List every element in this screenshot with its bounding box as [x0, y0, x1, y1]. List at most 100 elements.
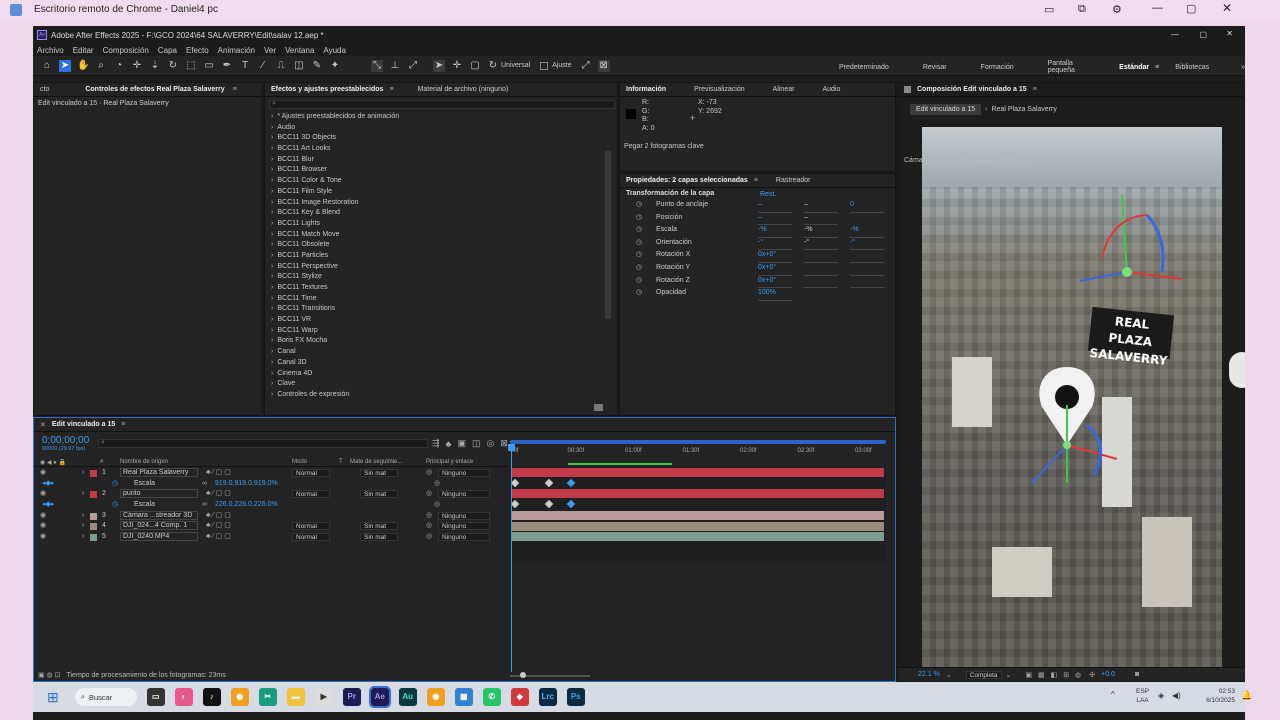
parent-pickwhip-icon[interactable]: ◎ — [426, 521, 432, 532]
workspace-more-icon[interactable]: » — [1241, 64, 1245, 71]
shy-icon[interactable]: ▣ — [457, 438, 466, 449]
eye-icon[interactable]: ◉ — [40, 532, 46, 543]
keyframe-nav-icon[interactable]: ◂◆▸ — [42, 500, 54, 511]
zoom-slider[interactable] — [510, 672, 590, 678]
windows-start-icon[interactable]: ⊞ — [47, 689, 59, 706]
property-value-2[interactable] — [804, 261, 838, 263]
property-value-2[interactable]: – — [804, 199, 838, 213]
ae-close-button[interactable]: ✕ — [1226, 29, 1233, 38]
property-sub-row[interactable]: ◂◆▸ ◷ Escala ∞ 226.0,226.0,226.0% ◎ — [34, 500, 508, 511]
keyframe[interactable] — [544, 478, 554, 487]
pan-behind-tool-icon[interactable]: ⬚ — [185, 60, 197, 72]
footage-tab[interactable]: Material de archivo (ninguno) — [412, 86, 515, 93]
property-value-3[interactable] — [850, 249, 884, 251]
effects-category-item[interactable]: BCC11 Film Style — [267, 187, 617, 198]
maximize-button[interactable]: ▢ — [1186, 2, 1196, 15]
stopwatch-icon[interactable]: ◷ — [636, 224, 642, 237]
keyframe[interactable] — [510, 499, 520, 509]
layer-switches-icon[interactable]: ♣ ⁄ ▢ ▢ — [206, 532, 231, 543]
snap-grid-icon[interactable]: ⊠ — [597, 59, 610, 72]
layer-name[interactable]: DJI_0240.MP4 — [120, 532, 198, 542]
effects-category-item[interactable]: BCC11 3D Objects — [267, 133, 617, 144]
properties-menu-icon[interactable]: ≡ — [754, 177, 758, 184]
effects-category-item[interactable]: BCC11 Lights — [267, 219, 617, 230]
gizmo-scale-icon[interactable]: ▢ — [469, 60, 481, 72]
ae-maximize-button[interactable]: ▢ — [1199, 30, 1207, 39]
keyframe[interactable] — [510, 478, 520, 487]
blend-mode-dropdown[interactable]: Normal — [292, 469, 330, 477]
view-axis-icon[interactable]: ⤢ — [407, 60, 419, 72]
link-icon[interactable]: ∞ — [202, 500, 207, 511]
expand-arrow-icon[interactable]: › — [82, 468, 84, 479]
effects-category-item[interactable]: Boris FX Mocha — [267, 336, 617, 347]
breadcrumb-comp[interactable]: Edit vinculado a 15 — [910, 103, 982, 115]
menu-editar[interactable]: Editar — [73, 46, 94, 55]
project-tab-cut[interactable]: cto — [34, 86, 55, 93]
effects-category-item[interactable]: Clave — [267, 379, 617, 390]
effects-category-item[interactable]: BCC11 Textures — [267, 283, 617, 294]
stopwatch-icon[interactable]: ◷ — [636, 249, 642, 262]
ae-minimize-button[interactable]: — — [1171, 30, 1179, 39]
composition-tab[interactable]: Composición Edit vinculado a 15 — [911, 86, 1033, 93]
lightroom-icon[interactable]: Lrc — [538, 688, 557, 706]
stopwatch-icon[interactable]: ◷ — [636, 237, 642, 250]
sub-property-value[interactable]: 226.0,226.0,226.0% — [215, 500, 278, 511]
effects-category-item[interactable]: * Ajustes preestablecidos de animación — [267, 112, 617, 123]
render-icon[interactable]: ▣ ◍ ⊡ — [38, 671, 60, 679]
stopwatch-icon[interactable]: ◷ — [636, 212, 642, 225]
workspace-predeterminado[interactable]: Predeterminado — [839, 64, 889, 71]
panel-menu-icon[interactable]: ≡ — [233, 86, 237, 93]
world-axis-icon[interactable]: ⊥ — [389, 60, 401, 72]
universal-label[interactable]: Universal — [501, 62, 530, 69]
keyframe[interactable] — [544, 499, 554, 509]
graph-editor-icon[interactable]: ⊠ — [500, 438, 508, 449]
property-value-3[interactable] — [850, 287, 884, 289]
expand-arrow-icon[interactable]: › — [82, 511, 84, 522]
text-tool-icon[interactable]: T — [239, 60, 251, 72]
layer-row[interactable]: ◉ › 1 Real Plaza Salaverry ♣ ⁄ ▢ ▢ Normal Sin … — [34, 468, 508, 479]
label-color-swatch[interactable] — [90, 523, 97, 531]
zoom-level[interactable]: 22.1 % — [918, 671, 940, 678]
workspace-menu-icon[interactable]: ≡ — [1155, 64, 1159, 71]
effects-category-item[interactable]: BCC11 Art Looks — [267, 144, 617, 155]
task-view-icon[interactable]: ▭ — [146, 688, 165, 706]
new-folder-icon[interactable] — [594, 404, 603, 411]
property-sub-row[interactable]: ◂◆▸ ◷ Escala ∞ 919.0,919.0,919.0% ◎ — [34, 479, 508, 490]
premiere-pro-icon[interactable]: Pr — [342, 688, 361, 706]
effects-category-item[interactable]: BCC11 Particles — [267, 251, 617, 262]
exposure-value[interactable]: +0.0 — [1101, 671, 1115, 678]
3d-gizmo-top[interactable] — [1072, 187, 1202, 297]
audio-tab[interactable]: Audio — [816, 86, 846, 93]
composition-viewer[interactable]: REAL PLAZA SALAVERRY — [922, 127, 1222, 667]
menu-ver[interactable]: Ver — [264, 46, 276, 55]
minimize-button[interactable]: — — [1152, 2, 1163, 14]
property-value-1[interactable]: – — [758, 199, 792, 213]
pickwhip-icon[interactable]: ◎ — [434, 479, 440, 490]
effects-category-item[interactable]: Cinema 4D — [267, 369, 617, 380]
blend-mode-dropdown[interactable]: Normal — [292, 490, 330, 499]
workspace-pantalla-pequena[interactable]: Pantalla pequeña — [1048, 60, 1092, 74]
menu-ayuda[interactable]: Ayuda — [323, 46, 346, 55]
property-value-3[interactable] — [850, 211, 884, 213]
expand-arrow-icon[interactable]: › — [82, 489, 84, 500]
effects-category-item[interactable]: BCC11 Time — [267, 294, 617, 305]
region-icon[interactable]: ▣ — [1025, 671, 1032, 679]
chrome-icon[interactable]: ◉ — [230, 688, 249, 706]
zoom-slider-handle[interactable] — [520, 672, 526, 678]
hand-tool-icon[interactable]: ✋ — [77, 60, 89, 72]
guides-icon[interactable]: ⊞ — [1063, 671, 1069, 679]
clipboard-icon[interactable]: ▭ — [1044, 3, 1054, 16]
effects-presets-tab[interactable]: Efectos y ajustes preestablecidos — [265, 86, 389, 93]
menu-animacion[interactable]: Animación — [218, 46, 255, 55]
effects-category-item[interactable]: BCC11 Browser — [267, 165, 617, 176]
resolution-dropdown[interactable]: Completa — [965, 670, 1002, 679]
keyframe-nav-icon[interactable]: ◂◆▸ — [42, 479, 54, 490]
effects-category-item[interactable]: Controles de expresión — [267, 390, 617, 401]
side-panel-toggle[interactable] — [1229, 352, 1245, 388]
layer-duration-bar[interactable] — [512, 532, 884, 542]
close-button[interactable]: ✕ — [1222, 1, 1232, 15]
blend-mode-dropdown[interactable]: Normal — [292, 533, 330, 542]
stopwatch-icon[interactable]: ◷ — [636, 275, 642, 288]
menu-composicion[interactable]: Composición — [103, 46, 149, 55]
effects-category-item[interactable]: Audio — [267, 123, 617, 134]
